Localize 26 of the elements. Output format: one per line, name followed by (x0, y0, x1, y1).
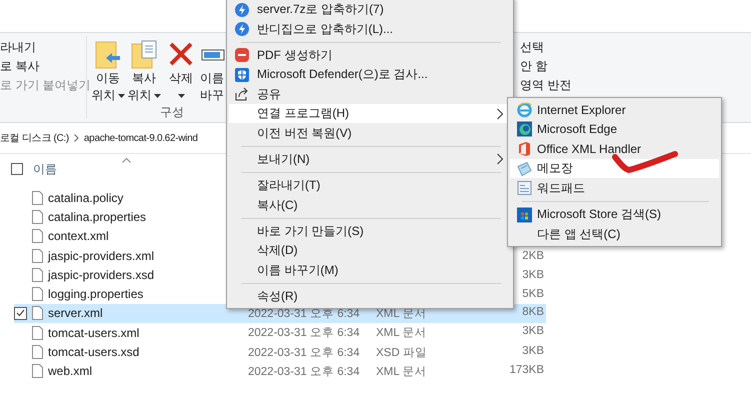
file-size: 3KB (522, 325, 545, 340)
file-type: XML 문서 (376, 306, 426, 321)
file-name: context.xml (48, 229, 110, 244)
file-name: tomcat-users.xsd (48, 345, 140, 360)
file-size: 8KB (522, 306, 545, 320)
file-type: XML 문서 (376, 364, 426, 379)
file-name: catalina.policy (48, 190, 124, 205)
file-date: 2022-03-31 오후 6:34 (248, 346, 361, 360)
file-name: tomcat-users.xml (48, 326, 140, 340)
file-size: 3KB (522, 268, 545, 281)
file-date: 2022-03-31 오후 6:34 (248, 306, 361, 321)
file-type: XSD 파일 (376, 346, 427, 360)
file-name: jaspic-providers.xml (48, 248, 156, 263)
file-date: 2022-03-31 오후 6:34 (248, 364, 361, 379)
file-name: server.xml (48, 306, 104, 320)
file-date: 2022-03-31 오후 6:34 (248, 326, 361, 340)
file-name: jaspic-providers.xsd (48, 268, 156, 282)
file-size: 3KB (522, 344, 545, 359)
file-name: logging.properties (48, 287, 144, 302)
file-size: 173KB (509, 364, 545, 378)
file-size: 2KB (522, 250, 545, 262)
file-name: catalina.properties (48, 210, 148, 224)
file-name: web.xml (48, 364, 94, 378)
file-type: XML 문서 (376, 326, 426, 340)
group-label: 구성 (160, 104, 184, 121)
file-size: 5KB (522, 288, 545, 300)
